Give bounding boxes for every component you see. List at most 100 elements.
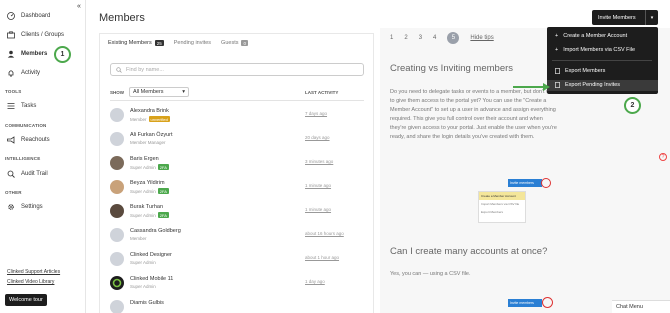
menu-item-label: Create a Member Account	[563, 33, 628, 39]
table-row[interactable]: Clinked Designer Super Admin about 1 hou…	[110, 249, 364, 273]
role-text: Member Manager	[130, 140, 166, 145]
member-name[interactable]: Clinked Mobile 11	[130, 276, 173, 282]
sidebar-item-tasks[interactable]: Tasks	[7, 102, 36, 110]
tip-illustration: Invite members Create a Member Account I…	[478, 178, 556, 224]
hide-tips-link[interactable]: Hide tips	[470, 35, 493, 41]
avatar	[110, 132, 124, 146]
tab-existing-members[interactable]: Existing Members 25	[108, 40, 164, 46]
sidebar-item-label: Reachouts	[21, 137, 50, 143]
role-text: Super Admin	[130, 188, 156, 194]
show-filter: SHOW All Members ▾	[110, 87, 189, 97]
menu-item-export-pending-invites[interactable]: Export Pending Invites	[555, 82, 620, 88]
last-activity-header: LAST ACTIVITY	[305, 90, 339, 95]
mini-dropdown: Create a Member Account Import Members v…	[478, 191, 526, 223]
sidebar-item-label: Members	[21, 51, 48, 57]
tips-pager: 1 2 3 4 5 Hide tips	[390, 32, 494, 44]
last-activity: 20 days ago	[305, 135, 330, 140]
support-articles-link[interactable]: Clinked Support Articles	[7, 269, 60, 275]
search-placeholder: Find by name...	[126, 66, 164, 73]
last-activity: about 16 hours ago	[305, 231, 344, 236]
role-text: Member	[130, 236, 147, 241]
member-name[interactable]: Burak Turhan	[130, 204, 163, 210]
page-link-current[interactable]: 5	[447, 32, 460, 44]
member-name[interactable]: Baris Ergen	[130, 156, 159, 162]
show-select[interactable]: All Members ▾	[129, 87, 189, 97]
sidebar-item-clients-groups[interactable]: Clients / Groups	[7, 31, 64, 39]
sidebar-item-label: Activity	[21, 70, 41, 76]
section-label-tools: TOOLS	[5, 89, 22, 94]
menu-item-export-members[interactable]: Export Members	[555, 68, 605, 74]
table-row[interactable]: Burak Turhan Super Admin 2FA 1 minute ago	[110, 201, 364, 225]
last-activity: 1 minute ago	[305, 207, 332, 212]
sidebar-item-members[interactable]: Members	[7, 50, 47, 58]
dashboard-icon	[7, 12, 15, 20]
table-row[interactable]: Baris Ergen Super Admin 2FA 3 minutes ago	[110, 153, 364, 177]
last-activity: about 1 hour ago	[305, 255, 340, 260]
video-library-link[interactable]: Clinked Video Library	[7, 279, 54, 285]
members-tabs: Existing Members 25 Pending invites Gues…	[108, 40, 248, 46]
last-activity: 1 minute ago	[305, 183, 332, 188]
tip-heading: Can I create many accounts at once?	[390, 246, 548, 257]
member-name[interactable]: Alexandra Brink	[130, 108, 169, 114]
chat-menu[interactable]: Chat Menu	[612, 300, 670, 313]
tab-label: Existing Members	[108, 40, 152, 46]
menu-item-import-csv[interactable]: + Import Members via CSV File	[555, 47, 635, 53]
user-icon	[7, 50, 15, 58]
menu-item-label: Import Members via CSV File	[563, 47, 636, 53]
welcome-tour-button[interactable]: Welcome tour	[5, 294, 47, 306]
plus-icon: +	[555, 47, 559, 53]
help-icon[interactable]: ?	[659, 153, 667, 161]
page-title: Members	[99, 12, 145, 24]
collapse-sidebar-icon[interactable]: «	[77, 3, 81, 10]
role-text: Super Admin	[130, 212, 156, 218]
table-row[interactable]: Beyza Yildirim Super Admin 2FA 1 minute a…	[110, 177, 364, 201]
member-role: Super Admin	[130, 284, 156, 289]
member-role: Super Admin 2FA	[130, 212, 169, 218]
table-row[interactable]: Cassandra Goldberg Member about 16 hours…	[110, 225, 364, 249]
last-activity: 7 days ago	[305, 111, 328, 116]
page-link[interactable]: 3	[419, 35, 422, 41]
sidebar-item-label: Dashboard	[21, 13, 51, 19]
member-name[interactable]: Ali Furkan Özyurt	[130, 132, 172, 138]
tab-guests[interactable]: Guests 0	[221, 40, 248, 46]
mini-invite-button: Invite members	[508, 179, 542, 187]
tab-label: Guests	[221, 40, 239, 46]
avatar	[110, 156, 124, 170]
highlight-circle	[541, 178, 551, 188]
table-row[interactable]: Ali Furkan Özyurt Member Manager 20 days…	[110, 129, 364, 153]
chevron-down-icon[interactable]: ▾	[645, 10, 658, 25]
invite-members-button[interactable]: Invite Members ▾	[592, 10, 658, 25]
member-role: Super Admin 2FA	[130, 164, 169, 170]
search-input[interactable]: Find by name...	[110, 63, 364, 76]
mini-menu-item: Create a Member Account	[479, 192, 525, 200]
member-name[interactable]: Diamis Gulbis	[130, 300, 164, 306]
sidebar-item-reachouts[interactable]: Reachouts	[7, 136, 50, 144]
sidebar-item-activity[interactable]: Activity	[7, 69, 40, 77]
briefcase-icon	[7, 31, 15, 39]
gear-icon	[8, 204, 14, 210]
members-panel: Existing Members 25 Pending invites Gues…	[99, 33, 374, 313]
menu-item-create-member[interactable]: + Create a Member Account	[555, 33, 627, 39]
status-badge: unverified	[148, 116, 170, 122]
list-icon	[7, 103, 15, 109]
member-name[interactable]: Clinked Designer	[130, 252, 172, 258]
table-row[interactable]: Diamis Gulbis	[110, 297, 364, 313]
sidebar-item-dashboard[interactable]: Dashboard	[7, 12, 50, 20]
member-name[interactable]: Cassandra Goldberg	[130, 228, 181, 234]
page-link[interactable]: 2	[404, 35, 407, 41]
menu-item-label: Export Pending Invites	[565, 82, 621, 88]
table-row[interactable]: Alexandra Brink Member unverified 7 days …	[110, 105, 364, 129]
member-name[interactable]: Beyza Yildirim	[130, 180, 165, 186]
sidebar-item-settings[interactable]: Settings	[7, 203, 43, 211]
page-link[interactable]: 1	[390, 35, 393, 41]
page-link[interactable]: 4	[433, 35, 436, 41]
sidebar-item-audit-trail[interactable]: Audit Trail	[7, 170, 48, 178]
role-text: Super Admin	[130, 260, 156, 265]
sidebar-item-label: Tasks	[21, 103, 37, 109]
table-row[interactable]: Clinked Mobile 11 Super Admin 1 day ago	[110, 273, 364, 297]
tab-pending-invites[interactable]: Pending invites	[174, 40, 211, 46]
status-badge: 2FA	[157, 212, 169, 218]
avatar	[110, 228, 124, 242]
invite-members-label: Invite Members	[598, 14, 636, 21]
tab-label: Pending invites	[173, 40, 212, 46]
